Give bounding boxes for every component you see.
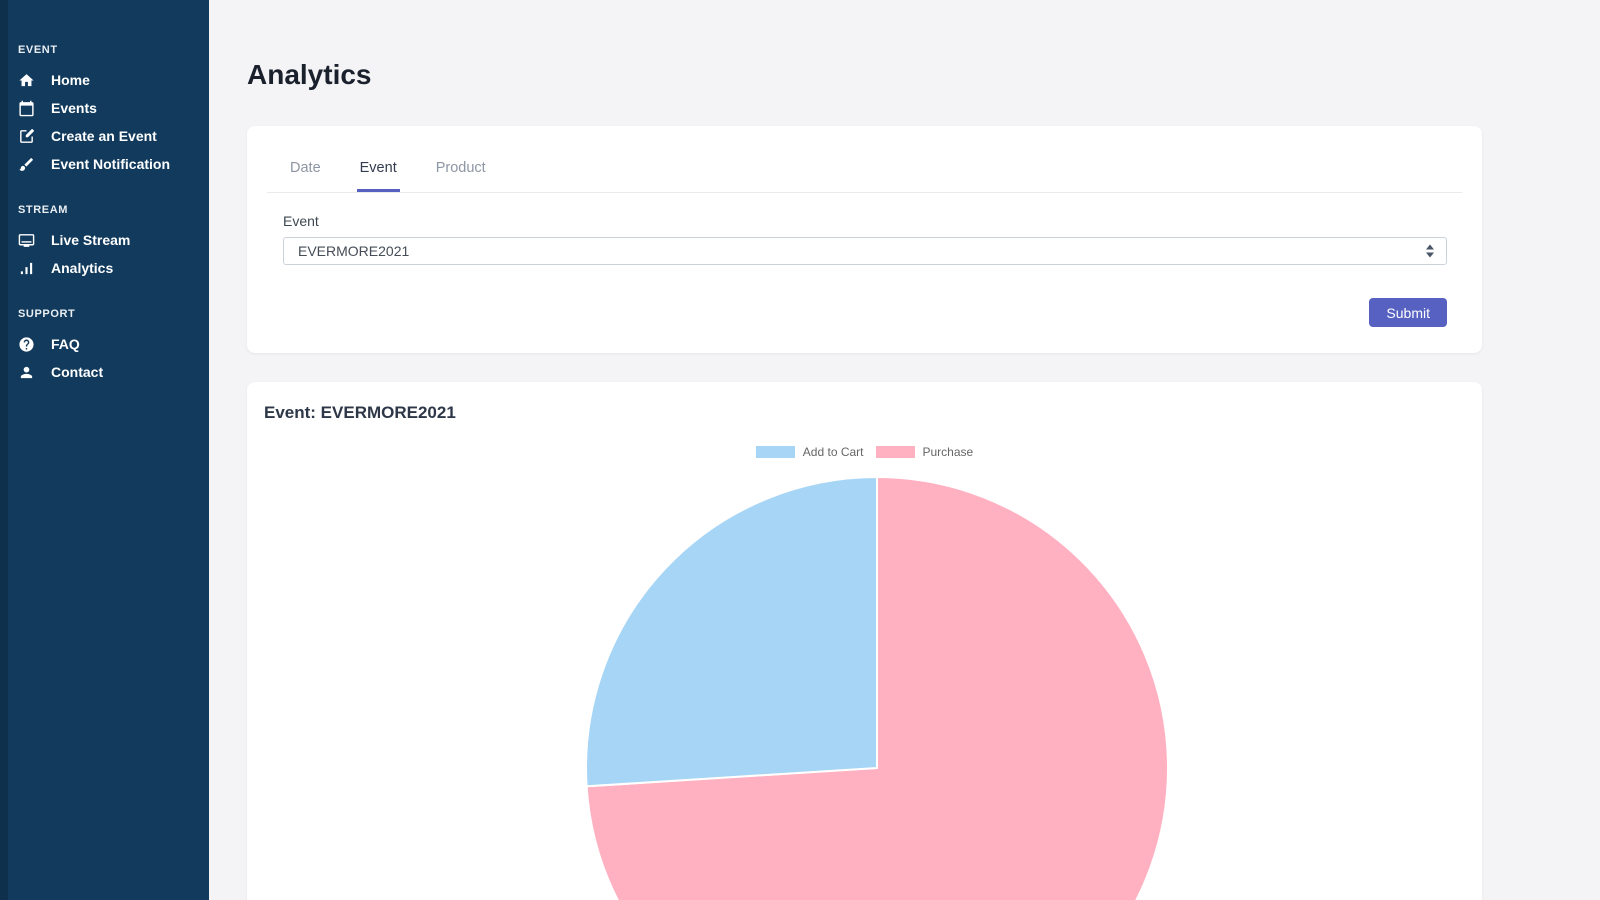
sidebar-item-label: Contact (51, 364, 103, 381)
person-icon (18, 364, 35, 381)
sidebar-item-event-notification[interactable]: Event Notification (18, 150, 209, 178)
legend-label: Add to Cart (803, 446, 864, 458)
section-label-support: SUPPORT (18, 308, 209, 320)
sidebar-section-support: SUPPORT FAQ Contact (18, 308, 209, 386)
pie-chart-area (247, 476, 1482, 900)
sidebar: EVENT Home Events Create an Event Event … (0, 0, 209, 900)
sidebar-section-event: EVENT Home Events Create an Event Event … (18, 44, 209, 178)
legend-swatch-pink (876, 446, 915, 458)
event-select-value: EVERMORE2021 (298, 243, 409, 259)
sidebar-item-create-event[interactable]: Create an Event (18, 122, 209, 150)
sidebar-item-analytics[interactable]: Analytics (18, 254, 209, 282)
sidebar-item-home[interactable]: Home (18, 66, 209, 94)
main-content: Analytics Date Event Product Event EVERM… (209, 0, 1600, 900)
event-form: Event EVERMORE2021 (247, 193, 1482, 265)
help-icon (18, 336, 35, 353)
sidebar-item-label: Home (51, 72, 90, 89)
legend-swatch-blue (756, 446, 795, 458)
section-label-event: EVENT (18, 44, 209, 56)
sidebar-item-label: Analytics (51, 260, 113, 277)
submit-button[interactable]: Submit (1369, 298, 1447, 327)
sidebar-item-faq[interactable]: FAQ (18, 330, 209, 358)
event-select[interactable]: EVERMORE2021 (283, 237, 1447, 265)
chart-legend: Add to Cart Purchase (247, 446, 1482, 458)
sidebar-item-label: Live Stream (51, 232, 130, 249)
sidebar-item-label: Events (51, 100, 97, 117)
pie-chart (247, 476, 1482, 900)
legend-item-purchase[interactable]: Purchase (876, 446, 974, 458)
tab-product[interactable]: Product (433, 126, 489, 192)
sidebar-item-label: FAQ (51, 336, 80, 353)
sidebar-item-events[interactable]: Events (18, 94, 209, 122)
tab-event[interactable]: Event (357, 126, 400, 192)
tab-date[interactable]: Date (287, 126, 324, 192)
chart-card: Event: EVERMORE2021 Add to Cart Purchase (247, 382, 1482, 900)
submit-row: Submit (247, 265, 1482, 353)
legend-label: Purchase (923, 446, 974, 458)
sidebar-item-label: Create an Event (51, 128, 157, 145)
pie-slice-add-to-cart[interactable] (586, 477, 877, 786)
sidebar-item-label: Event Notification (51, 156, 170, 173)
sidebar-item-live-stream[interactable]: Live Stream (18, 226, 209, 254)
page-title: Analytics (247, 59, 1600, 91)
brush-icon (18, 156, 35, 173)
calendar-icon (18, 100, 35, 117)
select-stepper-icon (1426, 245, 1434, 258)
section-label-stream: STREAM (18, 204, 209, 216)
event-field-label: Event (283, 213, 1447, 230)
filter-card: Date Event Product Event EVERMORE2021 Su… (247, 126, 1482, 353)
home-icon (18, 72, 35, 89)
legend-item-add-to-cart[interactable]: Add to Cart (756, 446, 864, 458)
tv-icon (18, 232, 35, 249)
bar-chart-icon (18, 260, 35, 277)
sidebar-item-contact[interactable]: Contact (18, 358, 209, 386)
tab-bar: Date Event Product (247, 126, 1482, 192)
sidebar-section-stream: STREAM Live Stream Analytics (18, 204, 209, 282)
chart-title: Event: EVERMORE2021 (264, 403, 1465, 423)
edit-square-icon (18, 128, 35, 145)
